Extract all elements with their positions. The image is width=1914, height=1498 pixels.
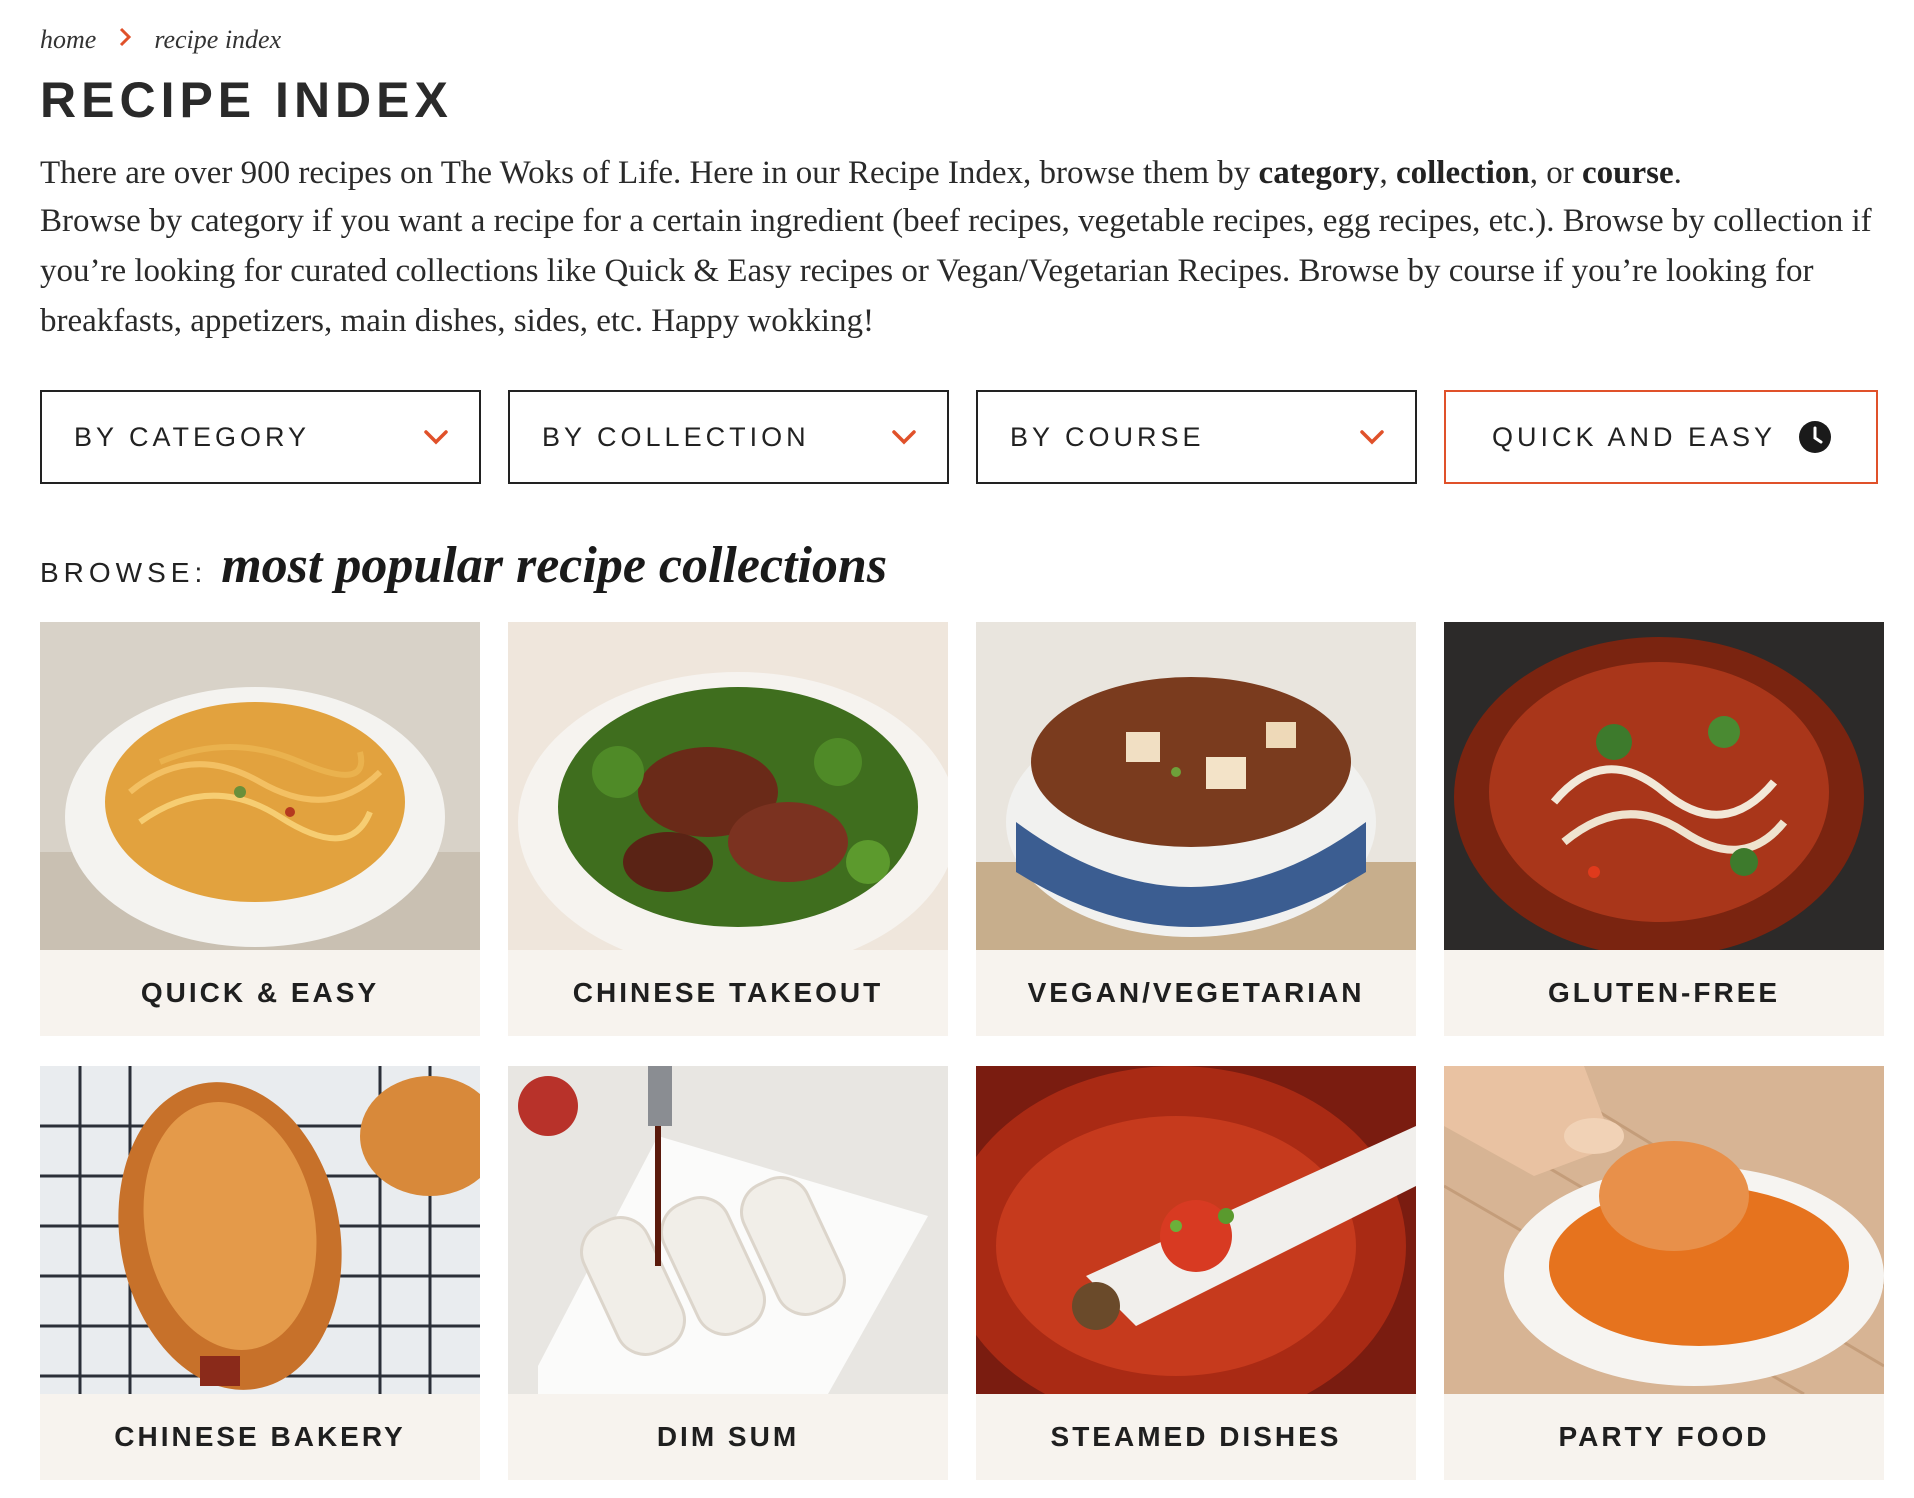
breadcrumb: home recipe index bbox=[40, 22, 281, 58]
intro-text: There are over 900 recipes on The Woks o… bbox=[40, 148, 1890, 346]
quick-and-easy-button[interactable]: QUICK AND EASY bbox=[1444, 390, 1878, 484]
collection-card-chinese-bakery[interactable]: CHINESE BAKERY bbox=[40, 1066, 480, 1486]
breadcrumb-home-link[interactable]: home bbox=[40, 25, 96, 55]
collection-card-chinese-takeout[interactable]: CHINESE TAKEOUT bbox=[508, 622, 948, 1042]
breadcrumb-current: recipe index bbox=[154, 25, 282, 54]
collection-photo-mapo-tofu bbox=[976, 622, 1416, 950]
chevron-right-icon bbox=[118, 27, 132, 53]
intro-text-segment: There are over 900 recipes on The Woks o… bbox=[40, 155, 1259, 191]
collection-card-party-food[interactable]: PARTY FOOD bbox=[1444, 1066, 1884, 1486]
collection-card-gluten-free[interactable]: GLUTEN-FREE bbox=[1444, 622, 1884, 1042]
intro-keyword-course: course bbox=[1582, 155, 1674, 191]
collection-label: CHINESE TAKEOUT bbox=[508, 950, 948, 1036]
intro-text-segment: , bbox=[1379, 155, 1396, 191]
collection-photo-fried-shrimp bbox=[1444, 1066, 1884, 1394]
collection-photo-noodle-soup bbox=[1444, 622, 1884, 950]
clock-icon bbox=[1798, 420, 1832, 454]
collection-label: VEGAN/VEGETARIAN bbox=[976, 950, 1416, 1036]
by-course-dropdown[interactable]: BY COURSE bbox=[976, 390, 1417, 484]
by-collection-label: BY COLLECTION bbox=[542, 421, 810, 452]
intro-paragraph-2: Browse by category if you want a recipe … bbox=[40, 203, 1872, 339]
collection-label: DIM SUM bbox=[508, 1394, 948, 1480]
collection-label: CHINESE BAKERY bbox=[40, 1394, 480, 1480]
intro-keyword-collection: collection bbox=[1395, 155, 1530, 191]
collection-label: STEAMED DISHES bbox=[976, 1394, 1416, 1480]
collection-label: PARTY FOOD bbox=[1444, 1394, 1884, 1480]
intro-text-segment: . bbox=[1673, 155, 1682, 191]
collection-photo-steamed-fish bbox=[976, 1066, 1416, 1394]
by-category-dropdown[interactable]: BY CATEGORY bbox=[40, 390, 481, 484]
by-collection-dropdown[interactable]: BY COLLECTION bbox=[508, 390, 949, 484]
collection-photo-noodles bbox=[40, 622, 480, 950]
collection-card-quick-easy[interactable]: QUICK & EASY bbox=[40, 622, 480, 1042]
collection-photo-sausage-buns bbox=[40, 1066, 480, 1394]
intro-line-1: There are over 900 recipes on The Woks o… bbox=[40, 148, 1890, 198]
by-category-label: BY CATEGORY bbox=[74, 421, 311, 452]
browse-heading: BROWSE: most popular recipe collections bbox=[40, 536, 887, 600]
chevron-down-icon bbox=[891, 424, 917, 450]
chevron-down-icon bbox=[1359, 424, 1385, 450]
collection-label: GLUTEN-FREE bbox=[1444, 950, 1884, 1036]
by-course-label: BY COURSE bbox=[1010, 421, 1205, 452]
intro-text-segment: , or bbox=[1529, 155, 1583, 191]
collection-label: QUICK & EASY bbox=[40, 950, 480, 1036]
filter-bar: BY CATEGORY BY COLLECTION BY COURSE QUIC… bbox=[40, 390, 1880, 484]
collection-card-steamed-dishes[interactable]: STEAMED DISHES bbox=[976, 1066, 1416, 1486]
browse-kicker: BROWSE: bbox=[40, 557, 208, 588]
collection-card-dim-sum[interactable]: DIM SUM bbox=[508, 1066, 948, 1486]
page-title: RECIPE INDEX bbox=[40, 72, 453, 128]
quick-and-easy-label: QUICK AND EASY bbox=[1491, 421, 1777, 452]
collection-photo-rice-rolls bbox=[508, 1066, 948, 1394]
chevron-down-icon bbox=[423, 424, 449, 450]
intro-keyword-category: category bbox=[1258, 155, 1380, 191]
collection-card-vegan-vegetarian[interactable]: VEGAN/VEGETARIAN bbox=[976, 622, 1416, 1042]
collection-photo-beef-broccoli bbox=[508, 622, 948, 950]
browse-headline: most popular recipe collections bbox=[221, 537, 888, 594]
